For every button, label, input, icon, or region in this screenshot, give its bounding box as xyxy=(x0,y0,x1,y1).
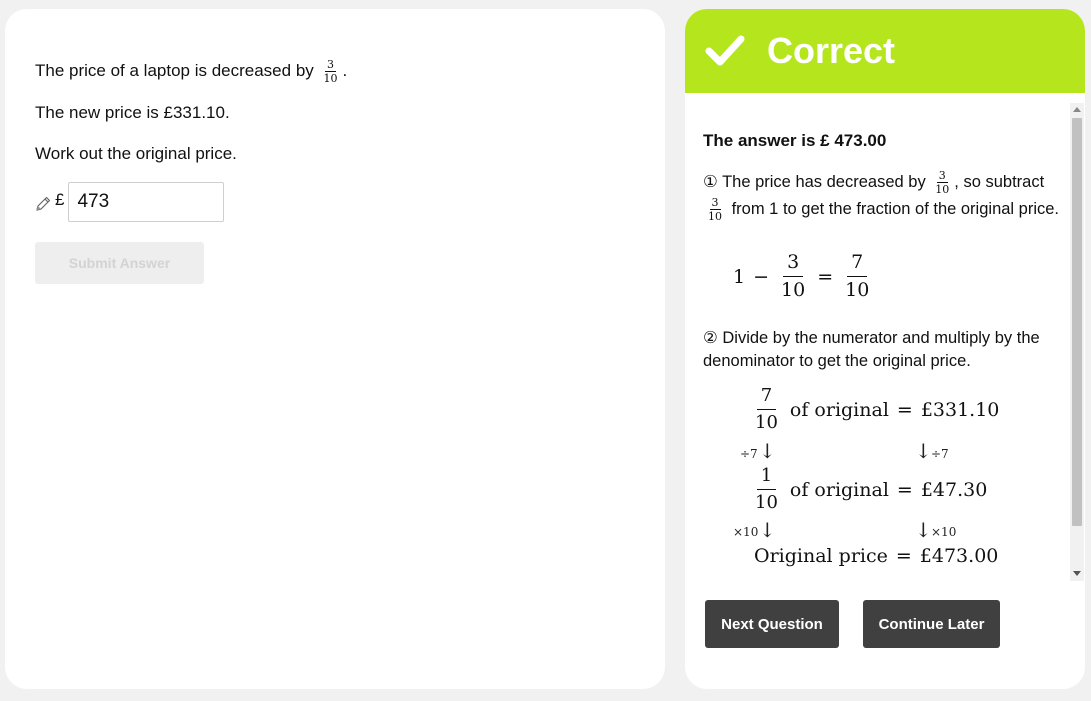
fraction-numerator: 3 xyxy=(783,253,804,277)
fraction: 3 10 xyxy=(777,253,809,300)
feedback-card: Correct The answer is £ 473.00 ① The pri… xyxy=(685,9,1085,689)
fraction-denominator: 10 xyxy=(755,492,778,513)
calc-value: £473.00 xyxy=(919,545,999,567)
feedback-header: Correct xyxy=(685,9,1085,93)
fraction: 7 10 xyxy=(751,387,782,432)
calc-text: of original xyxy=(789,398,889,421)
scroll-up-icon[interactable] xyxy=(1073,107,1081,112)
fraction: 3 10 xyxy=(322,59,340,84)
equals-sign: = xyxy=(895,545,912,567)
minus-sign: − xyxy=(753,265,770,288)
divide-label-left: ÷7 xyxy=(740,447,758,461)
multiply-label-right: ×10 xyxy=(931,525,957,539)
fraction-numerator: 7 xyxy=(847,253,868,277)
fraction-numerator: 1 xyxy=(756,467,777,490)
answer-row: £ xyxy=(34,182,225,222)
calc-row-2: 1 10 of original = £47.30 xyxy=(751,467,987,512)
arrow-down-icon: ↓ xyxy=(915,518,932,542)
arrow-down-icon: ↓ xyxy=(915,439,932,463)
fraction-denominator: 10 xyxy=(708,210,722,224)
question-line-2: The new price is £331.10. xyxy=(35,103,230,122)
equation-one: 1 xyxy=(733,265,746,288)
pencil-icon xyxy=(36,196,51,211)
fraction-denominator: 10 xyxy=(755,412,778,433)
question-card: The price of a laptop is decreased by 3 … xyxy=(5,9,665,689)
calc-row-1: 7 10 of original = £331.10 xyxy=(751,387,999,432)
calc-row-3: Original price = £473.00 xyxy=(754,545,998,567)
arrow-down-icon: ↓ xyxy=(759,439,776,463)
arrow-down-icon: ↓ xyxy=(759,518,776,542)
multiply-label-left: ×10 xyxy=(733,525,759,539)
fraction-numerator: 7 xyxy=(756,387,777,410)
answer-input[interactable] xyxy=(68,182,225,222)
fraction-numerator: 3 xyxy=(325,58,337,72)
currency-symbol: £ xyxy=(55,190,65,209)
calc-text: Original price xyxy=(754,545,888,567)
fraction-denominator: 10 xyxy=(845,279,870,301)
question-line-3: Work out the original price. xyxy=(35,144,237,163)
solution-step-1: ① The price has decreased by 3 10 , so s… xyxy=(703,169,1063,223)
fraction: 3 10 xyxy=(933,170,951,195)
calc-value: £331.10 xyxy=(920,398,1000,421)
question-text: The price of a laptop is decreased by xyxy=(35,60,314,80)
fraction: 1 10 xyxy=(751,467,782,512)
fraction-denominator: 10 xyxy=(781,279,806,301)
fraction-numerator: 3 xyxy=(709,196,721,211)
calc-text: of original xyxy=(789,478,889,501)
fraction: 7 10 xyxy=(841,253,873,300)
fraction-equation: 1 − 3 10 = 7 10 xyxy=(733,253,879,300)
scrollbar-thumb[interactable] xyxy=(1072,118,1082,526)
next-question-button[interactable]: Next Question xyxy=(705,600,839,648)
equals-sign: = xyxy=(896,478,913,501)
fraction-denominator: 10 xyxy=(323,72,338,85)
answer-heading: The answer is £ 473.00 xyxy=(703,131,887,150)
submit-answer-button[interactable]: Submit Answer xyxy=(35,242,204,284)
question-period: . xyxy=(342,60,348,80)
scrollbar[interactable] xyxy=(1070,103,1084,581)
calculation-diagram: 7 10 of original = £331.10 ÷7 ↓ ↓ ÷7 1 1… xyxy=(685,383,1085,581)
continue-later-button[interactable]: Continue Later xyxy=(863,600,1000,648)
fraction-numerator: 3 xyxy=(936,169,948,184)
fraction: 3 10 xyxy=(706,197,724,222)
equals-sign: = xyxy=(896,398,913,421)
check-icon xyxy=(705,35,745,66)
step1-text-a: ① The price has decreased by xyxy=(703,173,926,191)
step1-text-c: from 1 to get the fraction of the origin… xyxy=(731,200,1060,218)
solution-step-2: ② Divide by the numerator and multiply b… xyxy=(703,329,1040,370)
step1-text-b: , so subtract xyxy=(954,173,1045,191)
question-line-1: The price of a laptop is decreased by 3 … xyxy=(35,59,347,84)
scroll-down-icon[interactable] xyxy=(1073,571,1081,576)
equals-sign: = xyxy=(817,265,834,288)
solution-panel: The answer is £ 473.00 ① The price has d… xyxy=(685,103,1085,581)
feedback-status: Correct xyxy=(767,30,896,71)
fraction-denominator: 10 xyxy=(935,183,950,197)
divide-label-right: ÷7 xyxy=(931,447,949,461)
calc-value: £47.30 xyxy=(920,478,988,501)
